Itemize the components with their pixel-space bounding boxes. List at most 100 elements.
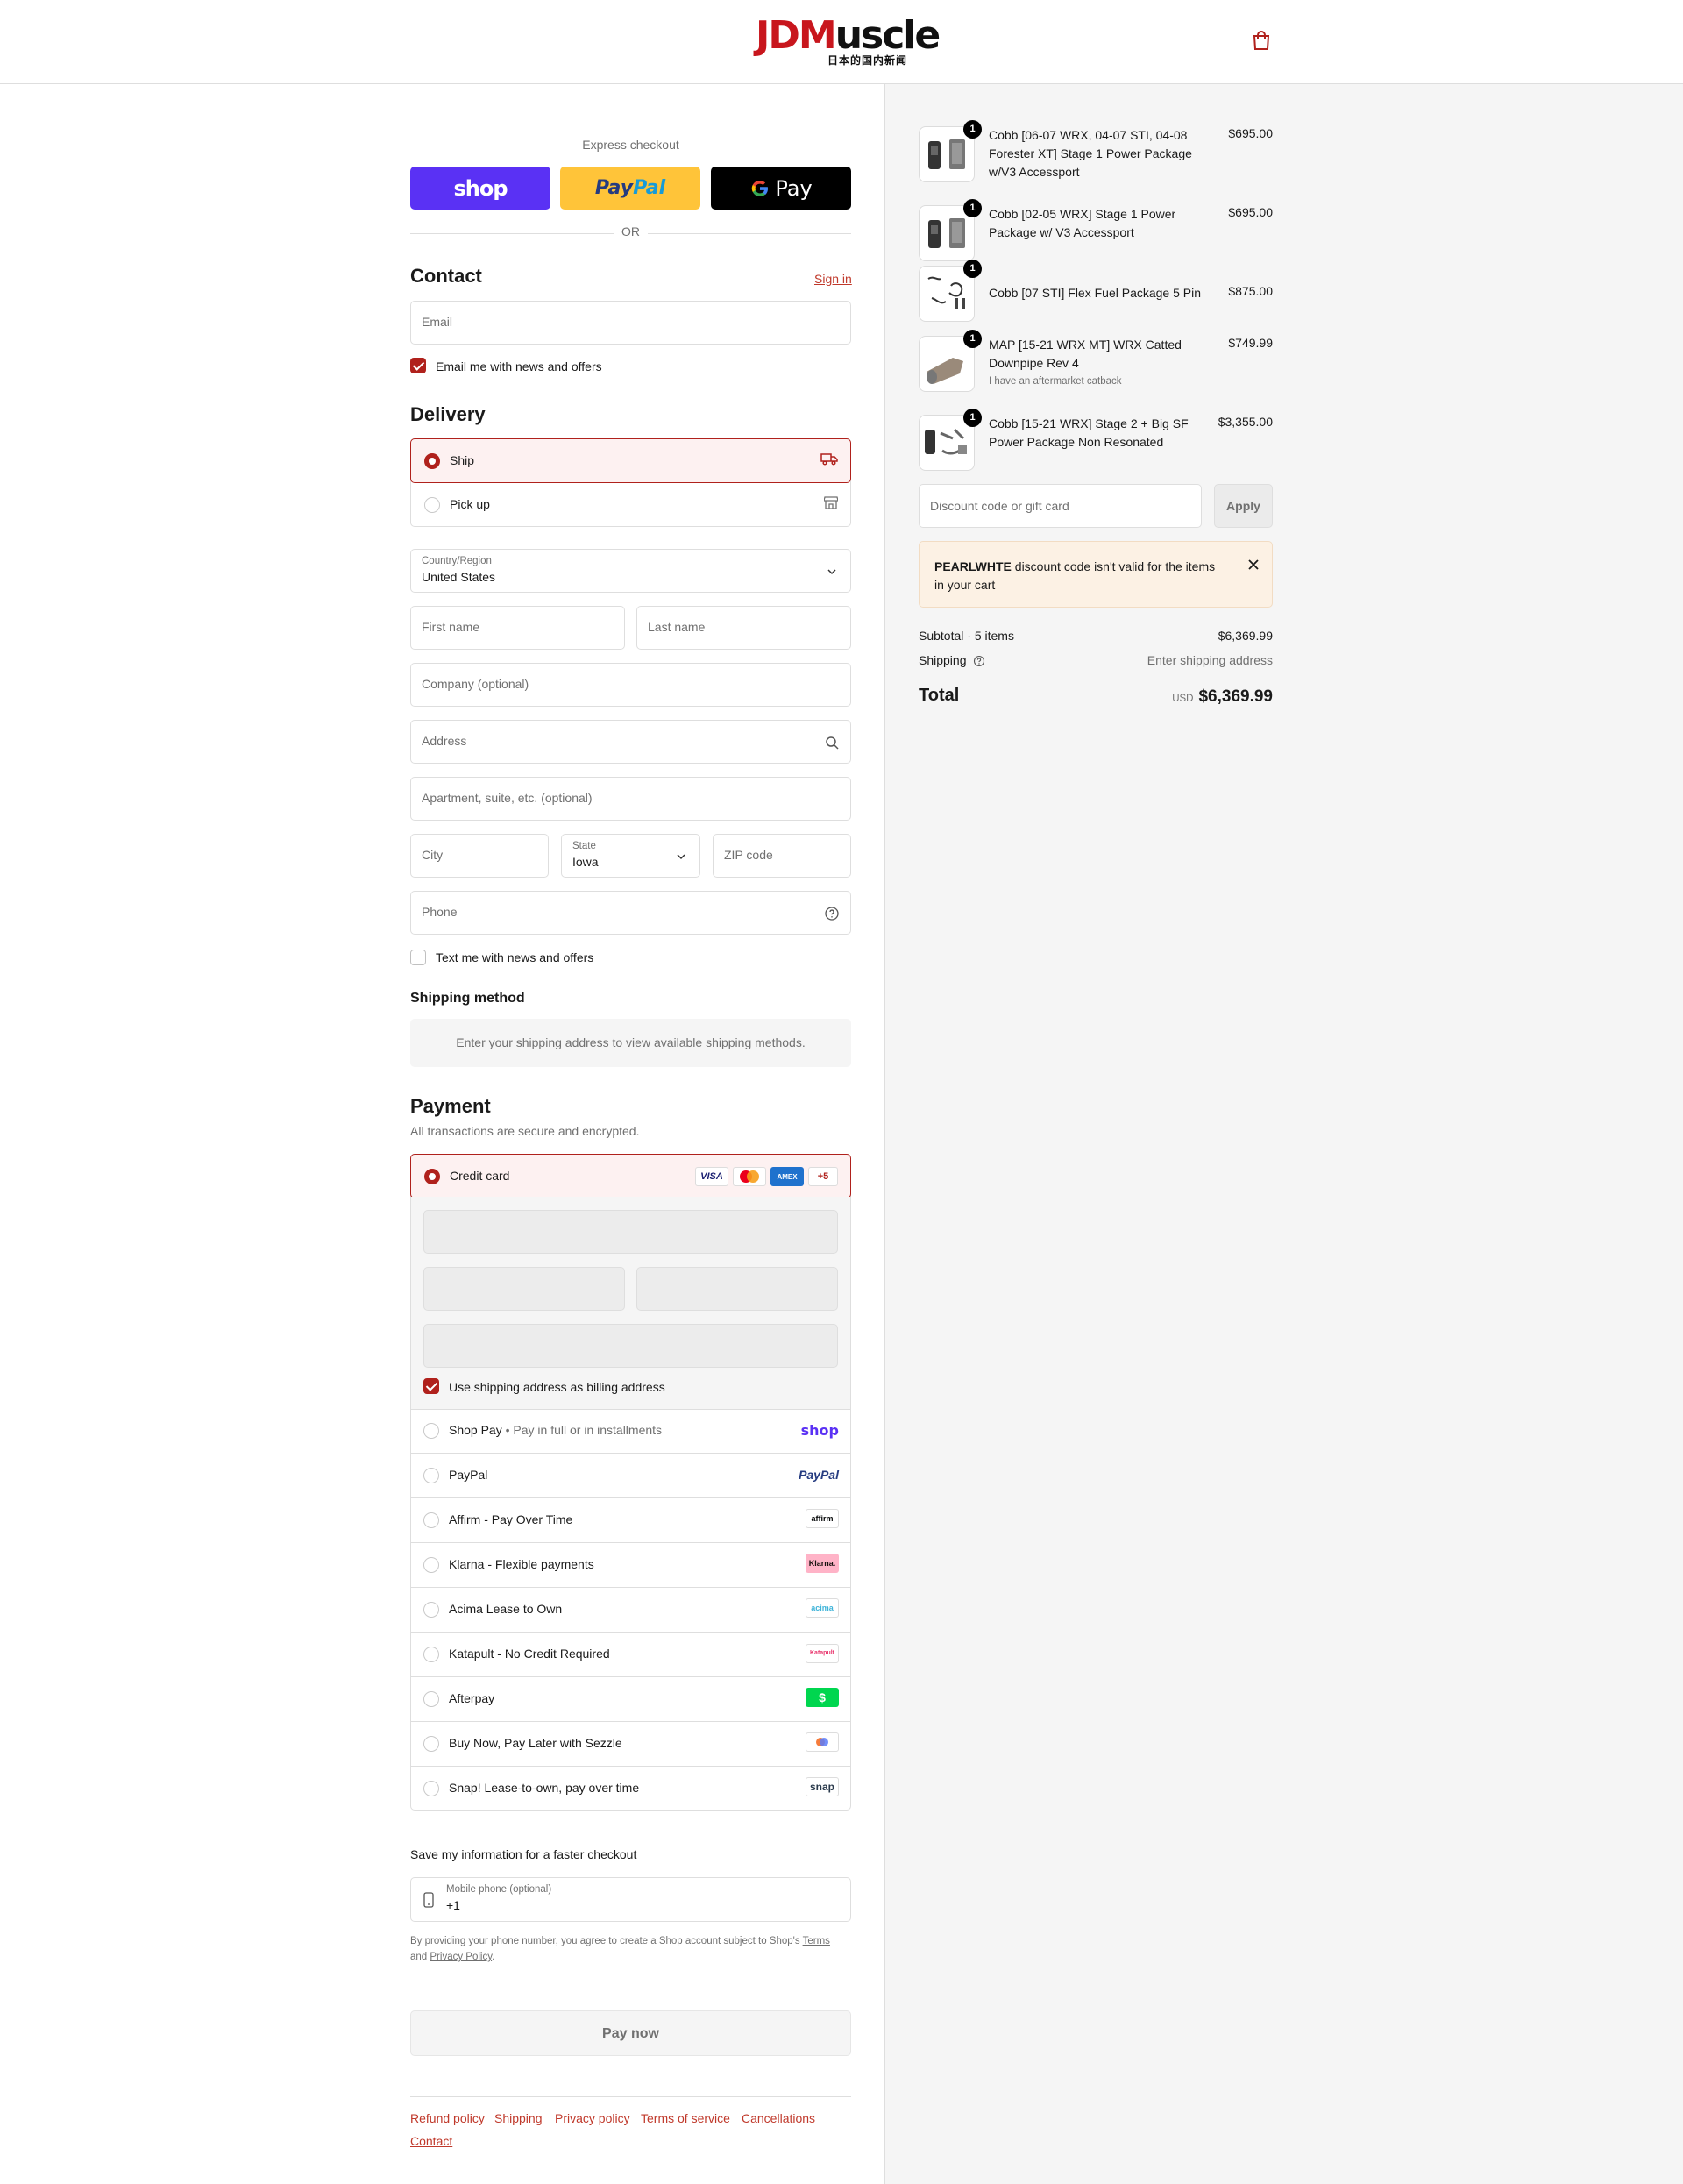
credit-card-radio[interactable] <box>424 1169 440 1184</box>
payment-option-snap[interactable]: Snap! Lease-to-own, pay over time snap <box>410 1767 851 1811</box>
cart-bag-icon[interactable] <box>1252 30 1273 54</box>
snap-radio[interactable] <box>423 1781 439 1796</box>
payment-option-shop-pay[interactable]: Shop Pay • Pay in full or in installment… <box>410 1409 851 1453</box>
more-brands-badge[interactable]: +5 <box>808 1167 838 1186</box>
amex-label: AMEX <box>777 1172 798 1181</box>
paypal-radio[interactable] <box>423 1468 439 1483</box>
country-select[interactable]: Country/Region United States <box>410 549 851 593</box>
card-cvv-field[interactable] <box>636 1267 838 1311</box>
shipping-method-heading: Shipping method <box>410 991 525 1006</box>
acima-radio[interactable] <box>423 1602 439 1618</box>
afterpay-radio[interactable] <box>423 1691 439 1707</box>
footer-cancellations-link[interactable]: Cancellations <box>742 2111 815 2125</box>
paypal-express-button[interactable]: Pay Pal <box>560 167 700 210</box>
logo-text-muscle: uscle <box>834 13 941 58</box>
footer-terms-link[interactable]: Terms of service <box>641 2111 730 2125</box>
apply-discount-button[interactable]: Apply <box>1214 484 1273 528</box>
mobile-phone-field[interactable]: Mobile phone (optional) +1 <box>410 1877 851 1922</box>
ship-label: Ship <box>450 453 475 467</box>
klarna-radio[interactable] <box>423 1557 439 1573</box>
first-name-placeholder: First name <box>422 620 480 634</box>
sezzle-logo <box>806 1732 839 1752</box>
shop-privacy-link[interactable]: Privacy Policy <box>430 1952 492 1962</box>
store-logo[interactable]: JDMuscle 日本的国内新闻 <box>756 16 941 68</box>
afterpay-label: Afterpay <box>449 1691 495 1705</box>
total-label: Total <box>919 686 960 705</box>
first-name-field[interactable]: First name <box>410 606 625 650</box>
city-field[interactable]: City <box>410 834 549 878</box>
payment-option-credit-card[interactable]: Credit card VISA AMEX +5 <box>410 1154 851 1199</box>
last-name-field[interactable]: Last name <box>636 606 851 650</box>
footer-privacy-policy-link[interactable]: Privacy policy <box>555 2111 630 2125</box>
country-label: Country/Region <box>422 556 492 566</box>
company-field[interactable]: Company (optional) <box>410 663 851 707</box>
subtotal-label: Subtotal · 5 items <box>919 629 1014 643</box>
total-value: $6,369.99 <box>1198 687 1273 706</box>
zip-field[interactable]: ZIP code <box>713 834 851 878</box>
katapult-logo: Katapult <box>806 1643 839 1663</box>
discount-code-input[interactable]: Discount code or gift card <box>919 484 1202 528</box>
apartment-placeholder: Apartment, suite, etc. (optional) <box>422 791 593 805</box>
email-field[interactable]: Email <box>410 301 851 345</box>
google-g-icon <box>752 180 769 196</box>
shop-terms-link[interactable]: Terms <box>803 1936 830 1946</box>
ship-radio[interactable] <box>424 453 440 469</box>
footer-refund-policy-link[interactable]: Refund policy <box>410 2111 485 2125</box>
google-pay-express-button[interactable]: Pay <box>711 167 851 210</box>
google-pay-label: Pay <box>775 175 813 201</box>
email-offers-checkbox[interactable] <box>410 358 426 373</box>
katapult-label: Katapult - No Credit Required <box>449 1647 610 1661</box>
state-select[interactable]: State Iowa <box>561 834 700 878</box>
affirm-logo: affirm <box>806 1509 839 1528</box>
payment-option-sezzle[interactable]: Buy Now, Pay Later with Sezzle <box>410 1722 851 1766</box>
sign-in-link[interactable]: Sign in <box>814 272 852 286</box>
close-icon[interactable] <box>1247 557 1260 575</box>
payment-subtitle: All transactions are secure and encrypte… <box>410 1124 640 1138</box>
email-offers-label: Email me with news and offers <box>436 359 602 373</box>
payment-option-paypal[interactable]: PayPal PayPal <box>410 1454 851 1497</box>
payment-option-katapult[interactable]: Katapult - No Credit Required Katapult <box>410 1633 851 1676</box>
apartment-field[interactable]: Apartment, suite, etc. (optional) <box>410 777 851 821</box>
payment-option-affirm[interactable]: Affirm - Pay Over Time affirm <box>410 1498 851 1542</box>
payment-option-afterpay[interactable]: Afterpay $ <box>410 1677 851 1721</box>
item-price: $875.00 <box>1228 284 1273 298</box>
total-row: Total USD $6,369.99 <box>919 686 1273 708</box>
paypal-logo-pal: Pal <box>633 177 666 199</box>
chevron-down-icon <box>824 564 840 580</box>
shop-legal-text: By providing your phone number, you agre… <box>410 1933 851 1965</box>
delivery-option-pickup[interactable]: Pick up <box>411 483 850 527</box>
affirm-radio[interactable] <box>423 1512 439 1528</box>
payment-option-klarna[interactable]: Klarna - Flexible payments Klarna. <box>410 1543 851 1587</box>
address-field[interactable]: Address <box>410 720 851 764</box>
text-offers-label: Text me with news and offers <box>436 950 594 964</box>
klarna-label: Klarna - Flexible payments <box>449 1557 594 1571</box>
card-expiry-field[interactable] <box>423 1267 625 1311</box>
paypal-logo-pay: Pay <box>594 177 634 199</box>
sezzle-radio[interactable] <box>423 1736 439 1752</box>
card-name-field[interactable] <box>423 1324 838 1368</box>
item-price: $3,355.00 <box>1218 415 1273 429</box>
katapult-radio[interactable] <box>423 1647 439 1662</box>
acima-logo: acima <box>806 1598 839 1618</box>
text-offers-checkbox[interactable] <box>410 950 426 965</box>
footer-shipping-link[interactable]: Shipping <box>494 2111 543 2125</box>
delivery-option-ship[interactable]: Ship <box>410 438 851 483</box>
pickup-radio[interactable] <box>424 497 440 513</box>
phone-field[interactable]: Phone <box>410 891 851 935</box>
shop-pay-radio[interactable] <box>423 1423 439 1439</box>
help-circle-icon[interactable] <box>824 906 840 921</box>
pay-now-button[interactable]: Pay now <box>410 2010 851 2056</box>
credit-card-form: Use shipping address as billing address <box>410 1197 851 1409</box>
mobile-phone-label: Mobile phone (optional) <box>446 1884 552 1895</box>
item-name: MAP [15-21 WRX MT] WRX Catted Downpipe R… <box>989 336 1208 390</box>
card-number-field[interactable] <box>423 1210 838 1254</box>
payment-option-acima[interactable]: Acima Lease to Own acima <box>410 1588 851 1632</box>
amex-icon: AMEX <box>770 1167 804 1186</box>
footer-contact-link[interactable]: Contact <box>410 2134 452 2148</box>
shop-pay-express-button[interactable]: shop <box>410 167 550 210</box>
subtotal-row: Subtotal · 5 items $6,369.99 <box>919 629 1273 643</box>
order-item: 1 Cobb [07 STI] Flex Fuel Package 5 Pin … <box>919 260 1273 322</box>
help-circle-icon[interactable] <box>973 655 985 670</box>
billing-same-checkbox[interactable] <box>423 1378 439 1394</box>
quantity-badge: 1 <box>963 120 982 139</box>
